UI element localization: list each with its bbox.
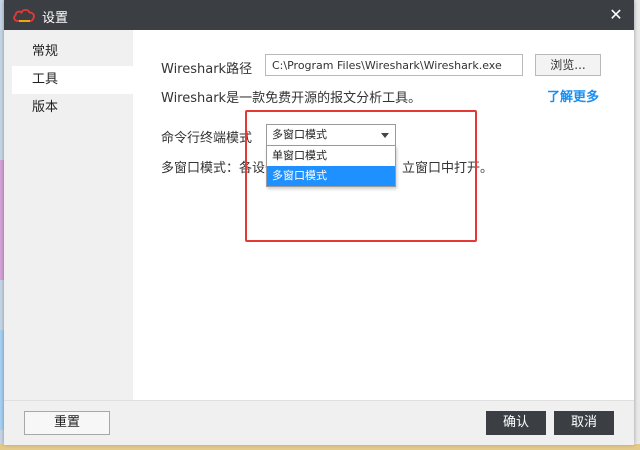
tools-panel: Wireshark路径 浏览... Wireshark是一款免费开源的报文分析工… [133,30,634,400]
wireshark-description: Wireshark是一款免费开源的报文分析工具。 [161,91,422,106]
dialog-footer: 重置 确认 取消 [4,400,634,445]
learn-more-link[interactable]: 了解更多 [547,86,599,105]
confirm-button[interactable]: 确认 [486,411,546,435]
browse-button[interactable]: 浏览... [535,54,601,76]
title-bar[interactable]: 设置 ✕ [4,0,634,30]
background-app-right-edge [634,0,640,450]
sidebar-item-version[interactable]: 版本 [12,94,133,122]
sidebar-item-label: 常规 [32,44,59,59]
dialog-title: 设置 [42,11,69,26]
close-icon[interactable]: ✕ [606,5,626,25]
terminal-mode-label: 命令行终端模式 [161,131,253,146]
sidebar-item-label: 工具 [32,72,59,87]
cancel-button[interactable]: 取消 [554,411,614,435]
wireshark-path-label: Wireshark路径 [161,62,253,77]
settings-sidebar: 常规 工具 版本 [4,30,133,400]
sidebar-item-label: 版本 [32,100,59,115]
cloud-logo-icon [13,8,35,22]
reset-button[interactable]: 重置 [24,411,110,435]
annotation-highlight-box [245,110,477,242]
wireshark-path-input[interactable] [265,54,523,76]
sidebar-item-tools[interactable]: 工具 [12,66,133,94]
settings-dialog: 设置 ✕ 常规 工具 版本 Wireshark路径 浏览... Wireshar… [4,0,634,445]
sidebar-item-general[interactable]: 常规 [12,38,133,66]
